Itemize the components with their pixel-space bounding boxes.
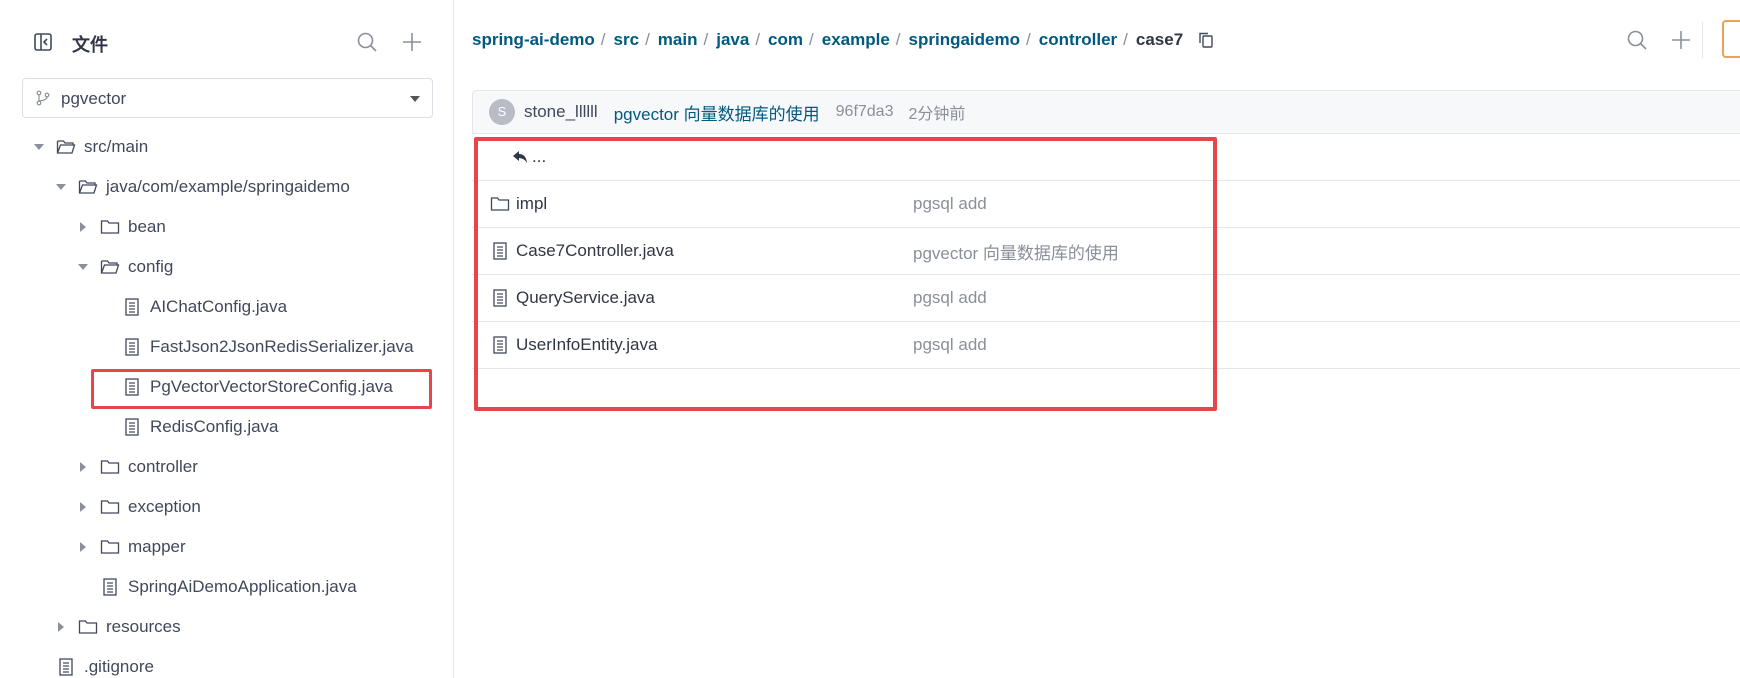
caret-right-icon[interactable] <box>56 622 66 632</box>
tree-item-label: FastJson2JsonRedisSerializer.java <box>150 337 414 356</box>
branch-label: pgvector <box>61 89 127 108</box>
file-icon <box>125 338 139 356</box>
tree-item-exception[interactable]: exception <box>78 489 201 525</box>
tree-item-label: controller <box>128 457 198 476</box>
breadcrumb: spring-ai-demo / src / main / java / com / ex… <box>472 30 1215 50</box>
caret-right-icon[interactable] <box>78 222 88 232</box>
tree-item-label: exception <box>128 497 201 516</box>
copy-icon[interactable] <box>1197 31 1215 49</box>
tree-item-redisconfig[interactable]: RedisConfig.java <box>100 409 279 445</box>
folder-icon <box>100 460 120 474</box>
add-icon[interactable] <box>1670 29 1692 51</box>
file-icon <box>59 658 73 676</box>
folder-open-icon <box>56 140 76 154</box>
tree-item-label: src/main <box>84 137 149 156</box>
tree-item-bean[interactable]: bean <box>78 209 166 245</box>
tree-item-resources[interactable]: resources <box>56 609 181 645</box>
add-icon[interactable] <box>401 31 423 53</box>
commit-author[interactable]: stone_llllll <box>524 102 598 122</box>
tree-item-fastjson[interactable]: FastJson2JsonRedisSerializer.java <box>100 329 414 365</box>
tree-item-package[interactable]: java/com/example/springaidemo <box>56 169 350 205</box>
highlight-annotation-box <box>474 137 1217 411</box>
avatar[interactable]: S <box>489 99 515 125</box>
commit-message[interactable]: pgvector 向量数据库的使用 <box>614 100 820 125</box>
branch-icon <box>36 90 50 106</box>
tree-item-label: .gitignore <box>84 657 154 676</box>
breadcrumb-current: case7 <box>1135 30 1184 49</box>
search-icon[interactable] <box>356 31 378 53</box>
breadcrumb-item[interactable]: java <box>716 30 749 50</box>
file-icon <box>103 578 117 596</box>
tree-item-application[interactable]: SpringAiDemoApplication.java <box>78 569 357 605</box>
folder-icon <box>100 540 120 554</box>
file-sidebar: 文件 pgvector src/main java/com/example/sp… <box>0 0 454 678</box>
sidebar-title: 文件 <box>72 35 108 55</box>
folder-open-icon <box>78 180 98 194</box>
breadcrumb-item[interactable]: src <box>614 30 640 50</box>
caret-down-icon[interactable] <box>56 182 66 192</box>
tree-item-label: java/com/example/springaidemo <box>106 177 350 196</box>
folder-icon <box>78 620 98 634</box>
folder-icon <box>100 220 120 234</box>
tree-item-label: AIChatConfig.java <box>150 297 288 316</box>
action-button[interactable] <box>1722 20 1740 58</box>
tree-item-label: mapper <box>128 537 186 556</box>
tree-item-label: config <box>128 257 174 276</box>
file-icon <box>125 298 139 316</box>
caret-right-icon[interactable] <box>78 502 88 512</box>
sidebar-header: 文件 <box>0 18 454 66</box>
breadcrumb-item[interactable]: example <box>822 30 890 50</box>
caret-right-icon[interactable] <box>78 462 88 472</box>
tree-item-src-main[interactable]: src/main <box>34 129 148 165</box>
highlight-annotation-box <box>91 369 432 409</box>
tree-item-label: RedisConfig.java <box>150 417 279 436</box>
breadcrumb-item[interactable]: controller <box>1039 30 1117 50</box>
search-icon[interactable] <box>1626 29 1648 51</box>
caret-down-icon[interactable] <box>34 142 44 152</box>
commit-sha[interactable]: 96f7da3 <box>836 103 894 121</box>
branch-select[interactable]: pgvector <box>22 78 433 118</box>
breadcrumb-item[interactable]: com <box>768 30 803 50</box>
tree-item-mapper[interactable]: mapper <box>78 529 186 565</box>
latest-commit-bar: S stone_llllll pgvector 向量数据库的使用 96f7da3… <box>472 90 1740 134</box>
breadcrumb-repo[interactable]: spring-ai-demo <box>472 30 595 50</box>
caret-down-icon[interactable] <box>78 262 88 272</box>
tree-item-aichatconfig[interactable]: AIChatConfig.java <box>100 289 287 325</box>
folder-open-icon <box>100 260 120 274</box>
tree-item-gitignore[interactable]: .gitignore <box>34 649 154 678</box>
breadcrumb-item[interactable]: springaidemo <box>909 30 1020 50</box>
tree-item-label: resources <box>106 617 181 636</box>
tree-item-label: bean <box>128 217 166 236</box>
commit-time: 2分钟前 <box>908 106 966 123</box>
tree-item-config[interactable]: config <box>78 249 173 285</box>
file-icon <box>125 418 139 436</box>
caret-right-icon[interactable] <box>78 542 88 552</box>
tree-item-label: SpringAiDemoApplication.java <box>128 577 357 596</box>
folder-icon <box>100 500 120 514</box>
breadcrumb-item[interactable]: main <box>658 30 698 50</box>
toolbar-divider <box>1702 22 1703 58</box>
tree-item-controller[interactable]: controller <box>78 449 198 485</box>
sidebar-toggle-icon[interactable] <box>33 32 53 52</box>
chevron-down-icon <box>410 96 420 102</box>
